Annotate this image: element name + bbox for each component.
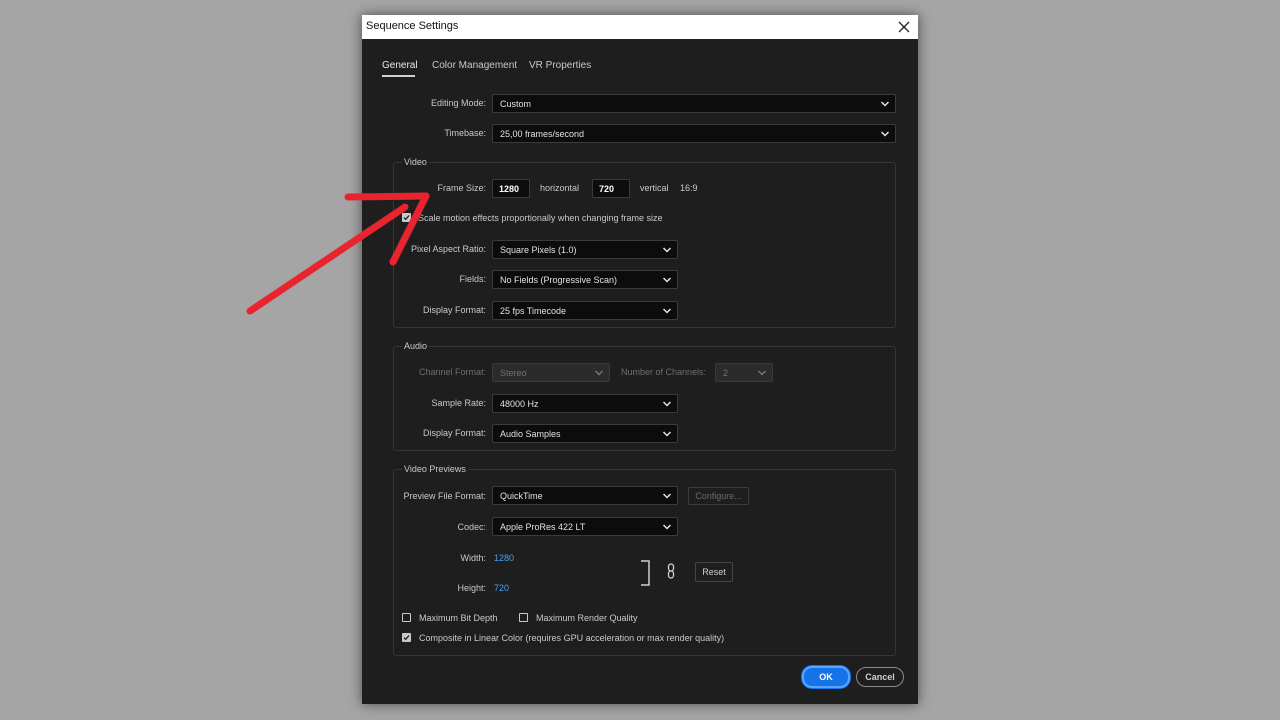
fields-label: Fields: — [459, 274, 486, 284]
max-bit-depth-label: Maximum Bit Depth — [419, 613, 498, 623]
link-chain-icon[interactable] — [665, 563, 677, 579]
timebase-dropdown[interactable]: 25,00 frames/second — [492, 124, 896, 143]
frame-height-input[interactable]: 720 — [592, 179, 630, 198]
preview-height-label: Height: — [457, 583, 486, 593]
editing-mode-dropdown[interactable]: Custom — [492, 94, 896, 113]
audio-display-format-dropdown[interactable]: Audio Samples — [492, 424, 678, 443]
video-display-format-dropdown[interactable]: 25 fps Timecode — [492, 301, 678, 320]
pixel-aspect-ratio-dropdown[interactable]: Square Pixels (1.0) — [492, 240, 678, 259]
frame-width-input[interactable]: 1280 — [492, 179, 530, 198]
chevron-down-icon — [662, 277, 672, 283]
chevron-down-icon — [662, 308, 672, 314]
chevron-down-icon — [662, 493, 672, 499]
title-bar: Sequence Settings — [362, 15, 918, 39]
chevron-down-icon — [662, 431, 672, 437]
preview-height-value[interactable]: 720 — [494, 583, 509, 593]
chevron-down-icon — [757, 370, 767, 376]
max-bit-depth-checkbox[interactable] — [402, 613, 411, 622]
configure-button[interactable]: Configure... — [688, 487, 749, 505]
preview-file-format-value: QuickTime — [500, 491, 543, 501]
editing-mode-label: Editing Mode: — [430, 98, 486, 108]
timebase-value: 25,00 frames/second — [500, 129, 585, 139]
frame-width-value: 1280 — [499, 184, 520, 194]
reset-button[interactable]: Reset — [695, 562, 733, 582]
preview-width-value[interactable]: 1280 — [494, 553, 514, 563]
close-icon[interactable] — [894, 17, 914, 37]
codec-dropdown[interactable]: Apple ProRes 422 LT — [492, 517, 678, 536]
max-render-quality-checkbox[interactable] — [519, 613, 528, 622]
audio-display-format-label: Display Format: — [422, 428, 486, 438]
aspect-ratio-text: 16:9 — [680, 183, 698, 193]
checkmark-icon — [403, 215, 410, 221]
channel-format-value: Stereo — [500, 368, 527, 378]
video-display-format-value: 25 fps Timecode — [500, 306, 567, 316]
channel-format-dropdown[interactable]: Stereo — [492, 363, 610, 382]
composite-linear-checkbox[interactable] — [402, 633, 411, 642]
horizontal-label: horizontal — [540, 183, 580, 193]
editing-mode-value: Custom — [500, 99, 532, 109]
chevron-down-icon — [880, 131, 890, 137]
scale-motion-checkbox[interactable] — [402, 213, 411, 222]
pixel-aspect-ratio-label: Pixel Aspect Ratio: — [410, 244, 486, 254]
max-render-quality-label: Maximum Render Quality — [536, 613, 638, 623]
preview-width-label: Width: — [460, 553, 486, 563]
tab-vr-properties[interactable]: VR Properties — [529, 60, 591, 71]
sequence-settings-dialog: Sequence Settings General Color Manageme… — [362, 15, 918, 704]
video-group-title: Video — [402, 157, 429, 167]
sample-rate-dropdown[interactable]: 48000 Hz — [492, 394, 678, 413]
dialog-title: Sequence Settings — [366, 20, 459, 32]
frame-height-value: 720 — [599, 184, 615, 194]
checkmark-icon — [403, 635, 410, 641]
codec-value: Apple ProRes 422 LT — [500, 522, 586, 532]
active-tab-indicator — [382, 75, 415, 77]
tab-color-management[interactable]: Color Management — [432, 60, 517, 71]
ok-button[interactable]: OK — [802, 666, 850, 688]
chevron-down-icon — [662, 524, 672, 530]
fields-dropdown[interactable]: No Fields (Progressive Scan) — [492, 270, 678, 289]
vertical-label: vertical — [640, 183, 669, 193]
chevron-down-icon — [880, 101, 890, 107]
sample-rate-value: 48000 Hz — [500, 399, 539, 409]
preview-file-format-dropdown[interactable]: QuickTime — [492, 486, 678, 505]
chevron-down-icon — [594, 370, 604, 376]
frame-size-label: Frame Size: — [437, 183, 486, 193]
audio-display-format-value: Audio Samples — [500, 429, 561, 439]
timebase-label: Timebase: — [444, 128, 486, 138]
number-of-channels-value: 2 — [723, 368, 729, 378]
sample-rate-label: Sample Rate: — [431, 398, 486, 408]
number-of-channels-label: Number of Channels: — [621, 367, 707, 377]
codec-label: Codec: — [457, 522, 486, 532]
pixel-aspect-ratio-value: Square Pixels (1.0) — [500, 245, 577, 255]
scale-motion-label: Scale motion effects proportionally when… — [418, 213, 663, 223]
tab-general[interactable]: General — [382, 60, 418, 71]
video-display-format-label: Display Format: — [422, 305, 486, 315]
composite-linear-label: Composite in Linear Color (requires GPU … — [419, 633, 725, 643]
channel-format-label: Channel Format: — [418, 367, 486, 377]
chevron-down-icon — [662, 247, 672, 253]
chevron-down-icon — [662, 401, 672, 407]
cancel-button[interactable]: Cancel — [856, 667, 904, 687]
number-of-channels-dropdown[interactable]: 2 — [715, 363, 773, 382]
preview-file-format-label: Preview File Format: — [403, 491, 486, 501]
video-previews-group-title: Video Previews — [402, 464, 468, 474]
audio-group-title: Audio — [402, 341, 430, 351]
bracket-icon — [641, 560, 650, 586]
fields-value: No Fields (Progressive Scan) — [500, 275, 618, 285]
